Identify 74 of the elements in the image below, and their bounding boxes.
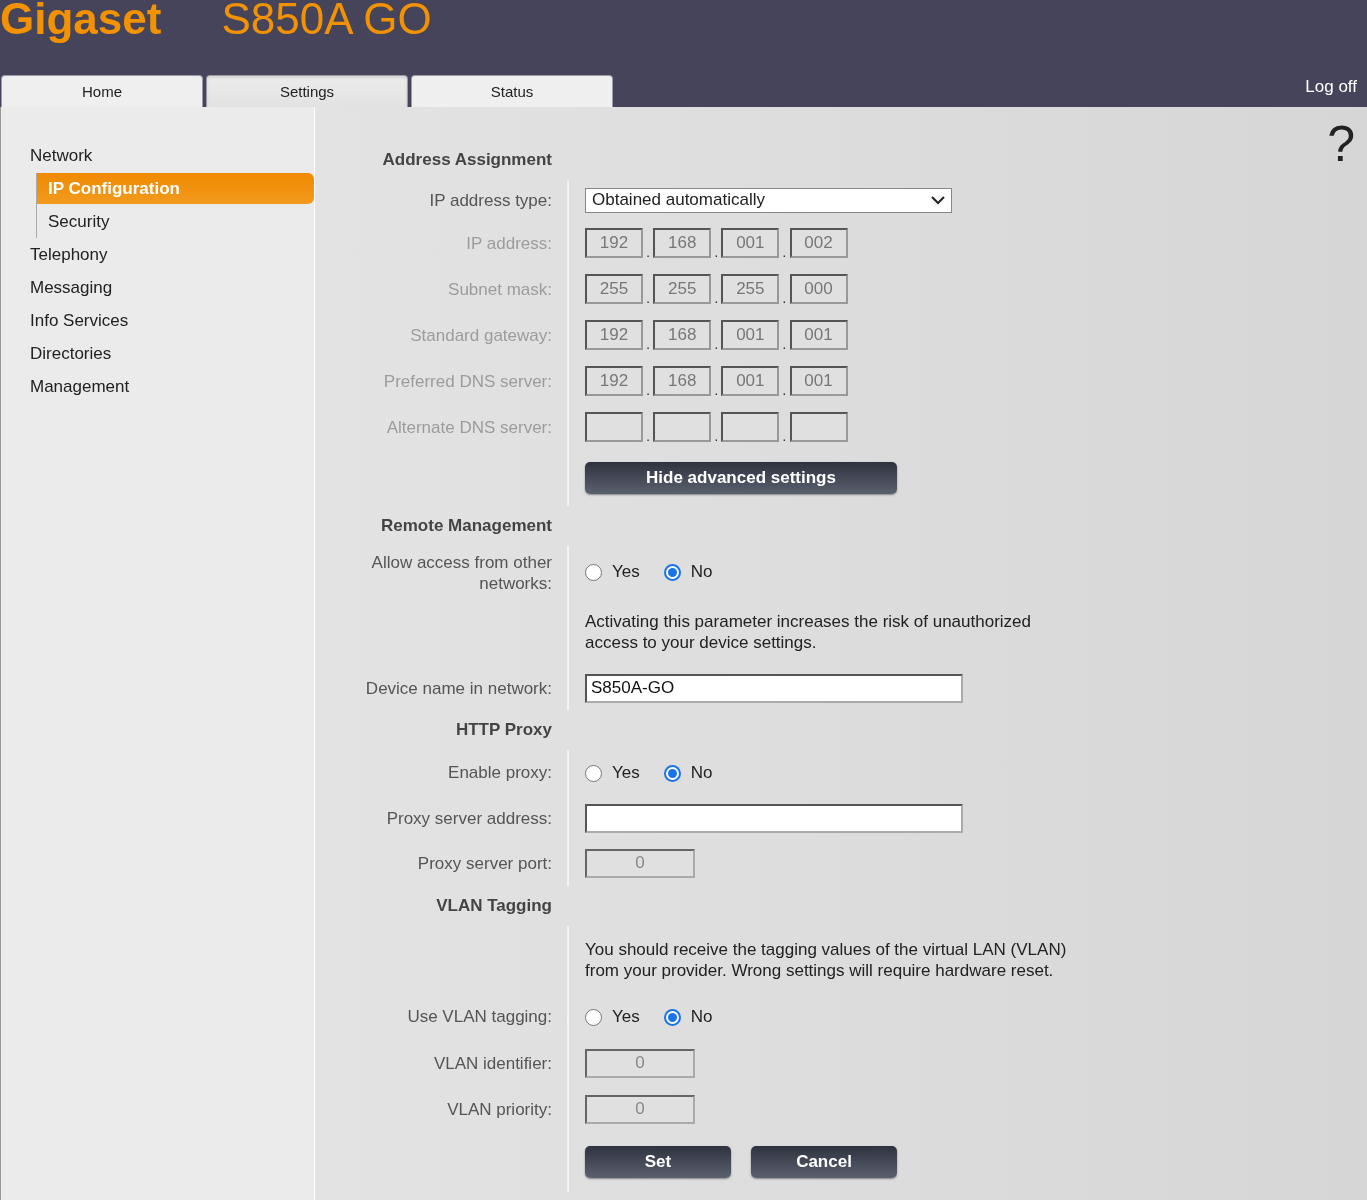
field-label: Subnet mask: xyxy=(448,278,552,300)
radio-button[interactable] xyxy=(663,563,681,581)
sidebar-subitem[interactable]: Security xyxy=(37,205,314,238)
form-action-button[interactable]: Set xyxy=(585,1146,731,1178)
octet-separator: . xyxy=(782,289,787,306)
octet-separator: . xyxy=(782,381,787,398)
radio-label: No xyxy=(690,763,713,783)
text-field[interactable]: S850A-GO xyxy=(585,673,963,703)
radio-option[interactable]: Yes xyxy=(585,763,640,783)
field-label: VLAN priority: xyxy=(447,1098,552,1120)
field-label: Proxy server port: xyxy=(417,852,552,874)
radio-button[interactable] xyxy=(663,1008,681,1026)
section-title: HTTP Proxy xyxy=(455,720,552,740)
field-label: Use VLAN tagging: xyxy=(406,1006,552,1027)
nav-tab[interactable]: Status xyxy=(411,75,613,107)
octet-separator: . xyxy=(782,335,787,352)
radio-label: No xyxy=(690,1007,713,1027)
sidebar-item[interactable]: Telephony xyxy=(30,238,314,271)
nav-tab[interactable]: Settings xyxy=(206,75,408,107)
text-field[interactable] xyxy=(585,803,963,833)
field-label: Standard gateway: xyxy=(410,324,552,346)
nav-tab[interactable]: Home xyxy=(1,75,203,107)
field-label: IP address type: xyxy=(429,189,552,211)
field-label: Proxy server address: xyxy=(386,807,552,829)
sidebar-item[interactable]: Network xyxy=(30,139,314,172)
octet-separator: . xyxy=(646,289,651,306)
section-title: Address Assignment xyxy=(382,150,552,170)
hide-advanced-button[interactable]: Hide advanced settings xyxy=(585,462,897,494)
info-note: Activating this parameter increases the risk of unauthorized access to your device settings. xyxy=(585,611,1032,653)
octet-separator: . xyxy=(714,381,719,398)
sidebar-item[interactable]: Info Services xyxy=(30,304,314,337)
radio-label: No xyxy=(690,562,713,582)
radio-label: Yes xyxy=(612,763,640,783)
field-label: IP address: xyxy=(466,232,552,254)
octet-separator: . xyxy=(714,243,719,260)
help-icon[interactable]: ? xyxy=(1327,119,1355,169)
log-off-link[interactable]: Log off xyxy=(1305,77,1367,107)
section-title: VLAN Tagging xyxy=(436,896,552,916)
sidebar-item[interactable]: Messaging xyxy=(30,271,314,304)
field-label: VLAN identifier: xyxy=(433,1052,552,1074)
brand-logo: Gigaset xyxy=(0,0,162,42)
radio-button[interactable] xyxy=(663,764,681,782)
octet-separator: . xyxy=(646,335,651,352)
octet-separator: . xyxy=(782,427,787,444)
radio-button[interactable] xyxy=(585,563,602,581)
sidebar-item[interactable]: Directories xyxy=(30,337,314,370)
radio-option[interactable]: No xyxy=(663,1007,713,1027)
model-name: S850A GO xyxy=(221,0,432,42)
radio-button[interactable] xyxy=(585,764,602,782)
field-label: Enable proxy: xyxy=(447,762,552,783)
section-title: Remote Management xyxy=(381,516,552,536)
radio-option[interactable]: No xyxy=(663,562,713,582)
field-label: Allow access from other networks: xyxy=(370,552,552,594)
octet-separator: . xyxy=(714,427,719,444)
info-note: You should receive the tagging values of the virtual LAN (VLAN) from your provider. Wrong settings will require hardware reset. xyxy=(585,939,1068,981)
chevron-down-icon xyxy=(931,195,945,205)
field-label: Device name in network: xyxy=(365,677,552,699)
octet-separator: . xyxy=(782,243,787,260)
ip-type-dropdown[interactable]: Obtained automatically xyxy=(585,187,952,213)
field-label: Preferred DNS server: xyxy=(383,370,552,392)
field-label: Alternate DNS server: xyxy=(386,416,552,438)
radio-option[interactable]: No xyxy=(663,763,713,783)
radio-option[interactable]: Yes xyxy=(585,1007,640,1027)
octet-separator: . xyxy=(714,335,719,352)
sidebar-item[interactable]: Management xyxy=(30,370,314,403)
octet-separator: . xyxy=(646,381,651,398)
octet-separator: . xyxy=(714,289,719,306)
radio-option[interactable]: Yes xyxy=(585,562,640,582)
radio-label: Yes xyxy=(612,562,640,582)
form-action-button[interactable]: Cancel xyxy=(751,1146,897,1178)
radio-button[interactable] xyxy=(585,1008,602,1026)
radio-label: Yes xyxy=(612,1007,640,1027)
octet-separator: . xyxy=(646,427,651,444)
octet-separator: . xyxy=(646,243,651,260)
